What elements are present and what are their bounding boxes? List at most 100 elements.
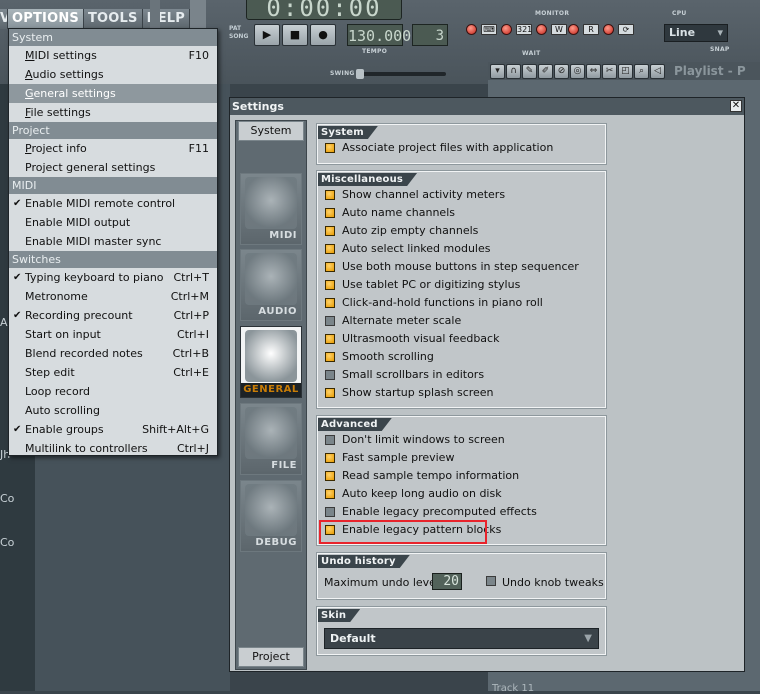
- snap-mode-select[interactable]: Line: [664, 24, 728, 42]
- menu-tools[interactable]: TOOLS: [83, 9, 143, 29]
- tab-midi[interactable]: MIDI: [240, 173, 302, 245]
- typing-keyboard-led[interactable]: [466, 24, 477, 35]
- max-undo-levels-input[interactable]: 20: [432, 573, 462, 590]
- blend-led[interactable]: [568, 24, 579, 35]
- option-ultrasmooth-visual-feedback[interactable]: Ultrasmooth visual feedback: [318, 330, 605, 348]
- menu-options[interactable]: OPTIONS: [8, 9, 84, 29]
- record-button[interactable]: ●: [310, 24, 336, 46]
- option-read-sample-tempo-information[interactable]: Read sample tempo information: [318, 467, 605, 485]
- checkbox[interactable]: [325, 370, 335, 380]
- option-show-startup-splash-screen[interactable]: Show startup splash screen: [318, 384, 605, 402]
- master-volume-slider[interactable]: [190, 0, 206, 30]
- loop-led[interactable]: [603, 24, 614, 35]
- checkbox[interactable]: [325, 208, 335, 218]
- menu-item-project-general-settings[interactable]: Project general settings: [9, 158, 217, 177]
- checkbox[interactable]: [325, 143, 335, 153]
- loop-icon[interactable]: ⟳: [618, 24, 634, 35]
- brush-icon[interactable]: ✐: [538, 63, 553, 79]
- checkbox[interactable]: [325, 226, 335, 236]
- checkbox[interactable]: [325, 190, 335, 200]
- menu-item-enable-groups[interactable]: ✔ Enable groups Shift+Alt+G: [9, 420, 217, 439]
- playlist-menu-icon[interactable]: ▾: [490, 63, 505, 79]
- tab-audio[interactable]: AUDIO: [240, 249, 302, 321]
- option-use-both-mouse-buttons-in-step-sequencer[interactable]: Use both mouse buttons in step sequencer: [318, 258, 605, 276]
- option-show-channel-activity-meters[interactable]: Show channel activity meters: [318, 186, 605, 204]
- swing-slider[interactable]: [356, 69, 446, 79]
- checkbox[interactable]: [325, 280, 335, 290]
- system-button[interactable]: System: [238, 121, 304, 141]
- skin-select[interactable]: Default ▼: [324, 628, 599, 649]
- checkbox[interactable]: [325, 352, 335, 362]
- checkbox[interactable]: [325, 244, 335, 254]
- option-auto-select-linked-modules[interactable]: Auto select linked modules: [318, 240, 605, 258]
- menu-item-multilink-to-controllers[interactable]: Multilink to controllers Ctrl+J: [9, 439, 217, 458]
- checkbox[interactable]: [325, 435, 335, 445]
- pattern-display[interactable]: 3: [412, 24, 448, 46]
- menu-item-start-on-input[interactable]: Start on input Ctrl+I: [9, 325, 217, 344]
- menu-item-enable-midi-master-sync[interactable]: Enable MIDI master sync: [9, 232, 217, 251]
- menu-item-loop-record[interactable]: Loop record: [9, 382, 217, 401]
- checkbox[interactable]: [325, 298, 335, 308]
- checkbox[interactable]: [325, 334, 335, 344]
- option-alternate-meter-scale[interactable]: Alternate meter scale: [318, 312, 605, 330]
- option-enable-legacy-precomputed-effects[interactable]: Enable legacy precomputed effects: [318, 503, 605, 521]
- keyboard-icon[interactable]: ⌨: [481, 24, 497, 35]
- option-smooth-scrolling[interactable]: Smooth scrolling: [318, 348, 605, 366]
- project-button[interactable]: Project: [238, 647, 304, 667]
- delete-icon[interactable]: ⊘: [554, 63, 569, 79]
- tab-file[interactable]: FILE: [240, 403, 302, 475]
- checkbox[interactable]: [325, 262, 335, 272]
- menu-item-audio-settings[interactable]: Audio settings: [9, 65, 217, 84]
- menu-item-metronome[interactable]: Metronome Ctrl+M: [9, 287, 217, 306]
- option-don-t-limit-windows-to-screen[interactable]: Don't limit windows to screen: [318, 431, 605, 449]
- checkbox[interactable]: [325, 489, 335, 499]
- step-icon[interactable]: R: [583, 24, 599, 35]
- settings-titlebar[interactable]: Settings ✕: [230, 98, 744, 115]
- menu-item-step-edit[interactable]: Step edit Ctrl+E: [9, 363, 217, 382]
- play-button[interactable]: ▶: [254, 24, 280, 46]
- option-auto-name-channels[interactable]: Auto name channels: [318, 204, 605, 222]
- metronome-led[interactable]: [501, 24, 512, 35]
- precount-led[interactable]: [536, 24, 547, 35]
- playback-icon[interactable]: ◁: [650, 63, 665, 79]
- checkbox[interactable]: [325, 453, 335, 463]
- option-associate-project-files-with-application[interactable]: Associate project files with application: [318, 139, 605, 157]
- option-auto-keep-long-audio-on-disk[interactable]: Auto keep long audio on disk: [318, 485, 605, 503]
- menu-item-general-settings[interactable]: General settings: [9, 84, 217, 103]
- metronome-icon[interactable]: 321: [516, 24, 532, 35]
- mute-icon[interactable]: ◎: [570, 63, 585, 79]
- menu-item-blend-recorded-notes[interactable]: Blend recorded notes Ctrl+B: [9, 344, 217, 363]
- tempo-display[interactable]: 130.000: [347, 24, 411, 46]
- magnet-icon[interactable]: ∩: [506, 63, 521, 79]
- menu-item-enable-midi-remote-control[interactable]: ✔ Enable MIDI remote control: [9, 194, 217, 213]
- close-button[interactable]: ✕: [730, 100, 742, 112]
- option-fast-sample-preview[interactable]: Fast sample preview: [318, 449, 605, 467]
- tab-debug[interactable]: DEBUG: [240, 480, 302, 552]
- option-auto-zip-empty-channels[interactable]: Auto zip empty channels: [318, 222, 605, 240]
- menu-item-project-info[interactable]: Project info F11: [9, 139, 217, 158]
- checkbox[interactable]: [325, 507, 335, 517]
- pat-song-switch[interactable]: PAT SONG: [229, 25, 248, 41]
- checkbox[interactable]: [325, 471, 335, 481]
- menu-item-recording-precount[interactable]: ✔ Recording precount Ctrl+P: [9, 306, 217, 325]
- undo-knob-tweaks-checkbox[interactable]: [486, 576, 496, 586]
- menu-item-enable-midi-output[interactable]: Enable MIDI output: [9, 213, 217, 232]
- menu-item-file-settings[interactable]: File settings: [9, 103, 217, 122]
- option-use-tablet-pc-or-digitizing-stylus[interactable]: Use tablet PC or digitizing stylus: [318, 276, 605, 294]
- checkbox[interactable]: [325, 388, 335, 398]
- option-small-scrollbars-in-editors[interactable]: Small scrollbars in editors: [318, 366, 605, 384]
- select-icon[interactable]: ◰: [618, 63, 633, 79]
- menu-view[interactable]: V: [0, 9, 8, 29]
- checkbox[interactable]: [325, 316, 335, 326]
- pencil-icon[interactable]: ✎: [522, 63, 537, 79]
- zoom-icon[interactable]: ⌕: [634, 63, 649, 79]
- stop-button[interactable]: ■: [282, 24, 308, 46]
- slice-icon[interactable]: ✂: [602, 63, 617, 79]
- menu-item-midi-settings[interactable]: MIDI settings F10: [9, 46, 217, 65]
- wait-icon[interactable]: W: [551, 24, 567, 35]
- option-click-and-hold-functions-in-piano-roll[interactable]: Click-and-hold functions in piano roll: [318, 294, 605, 312]
- tab-general[interactable]: GENERAL: [240, 326, 302, 398]
- menu-item-auto-scrolling[interactable]: Auto scrolling: [9, 401, 217, 420]
- slip-icon[interactable]: ⇔: [586, 63, 601, 79]
- menu-item-typing-keyboard-to-piano[interactable]: ✔ Typing keyboard to piano Ctrl+T: [9, 268, 217, 287]
